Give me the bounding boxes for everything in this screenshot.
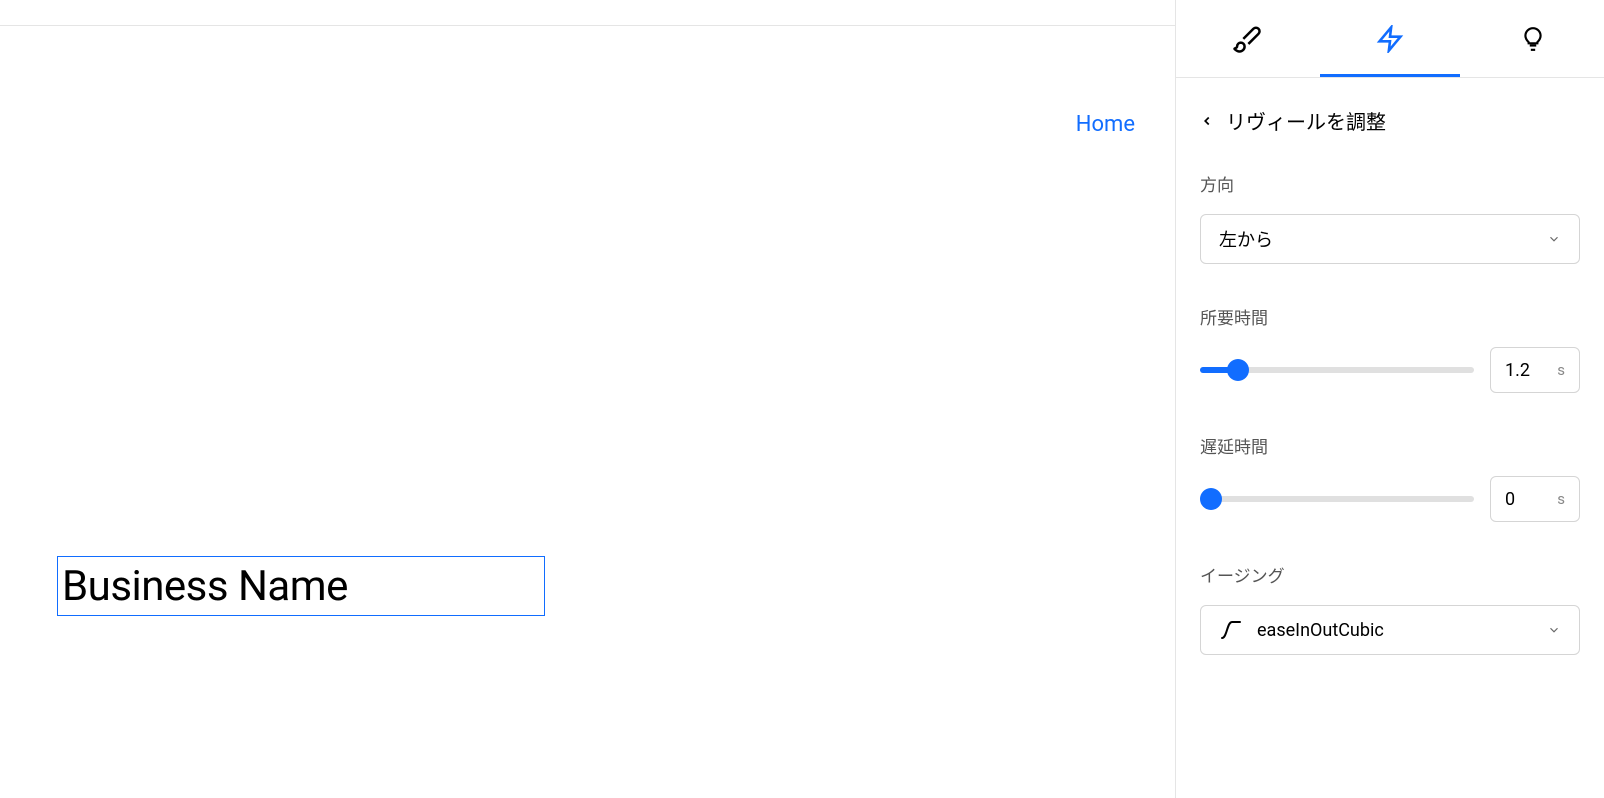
duration-slider-row: 1.2 s: [1200, 347, 1580, 393]
delay-value: 0: [1505, 489, 1515, 510]
duration-section: 所要時間 1.2 s: [1176, 288, 1604, 417]
panel-title: リヴィールを調整: [1226, 106, 1386, 135]
chevron-down-icon: [1547, 623, 1561, 637]
delay-slider-track: [1200, 496, 1474, 502]
duration-unit: s: [1557, 361, 1565, 379]
duration-input[interactable]: 1.2 s: [1490, 347, 1580, 393]
easing-section: イージング easeInOutCubic: [1176, 546, 1604, 679]
chevron-down-icon: [1547, 232, 1561, 246]
duration-slider[interactable]: [1200, 360, 1474, 380]
direction-label: 方向: [1200, 171, 1580, 196]
easing-label: イージング: [1200, 562, 1580, 587]
selected-element-frame[interactable]: Business Name: [57, 556, 545, 616]
delay-label: 遅延時間: [1200, 433, 1580, 458]
tab-active-indicator: [1320, 74, 1460, 77]
easing-curve-icon: [1219, 618, 1243, 642]
direction-section: 方向 左から: [1176, 155, 1604, 288]
tab-design[interactable]: [1177, 0, 1317, 78]
easing-value: easeInOutCubic: [1257, 620, 1384, 641]
delay-section: 遅延時間 0 s: [1176, 417, 1604, 546]
direction-dropdown[interactable]: 左から: [1200, 214, 1580, 264]
lightning-icon: [1376, 25, 1404, 53]
business-name-text[interactable]: Business Name: [62, 562, 348, 611]
lightbulb-icon: [1520, 26, 1546, 52]
delay-slider-row: 0 s: [1200, 476, 1580, 522]
panel-tabs: [1176, 0, 1604, 78]
chevron-left-icon: [1200, 114, 1214, 128]
direction-value: 左から: [1219, 226, 1273, 252]
duration-value: 1.2: [1505, 360, 1530, 381]
panel-back-header[interactable]: リヴィールを調整: [1176, 78, 1604, 155]
delay-slider[interactable]: [1200, 489, 1474, 509]
canvas-area[interactable]: Home Business Name: [0, 26, 1175, 798]
easing-dropdown[interactable]: easeInOutCubic: [1200, 605, 1580, 655]
tab-tips[interactable]: [1463, 0, 1603, 78]
duration-slider-thumb[interactable]: [1227, 359, 1249, 381]
right-panel: リヴィールを調整 方向 左から 所要時間 1.2 s 遅延時: [1175, 0, 1604, 798]
home-link[interactable]: Home: [1076, 112, 1135, 137]
delay-unit: s: [1557, 490, 1565, 508]
brush-icon: [1232, 24, 1262, 54]
delay-slider-thumb[interactable]: [1200, 488, 1222, 510]
duration-label: 所要時間: [1200, 304, 1580, 329]
delay-input[interactable]: 0 s: [1490, 476, 1580, 522]
tab-animation[interactable]: [1320, 0, 1460, 78]
